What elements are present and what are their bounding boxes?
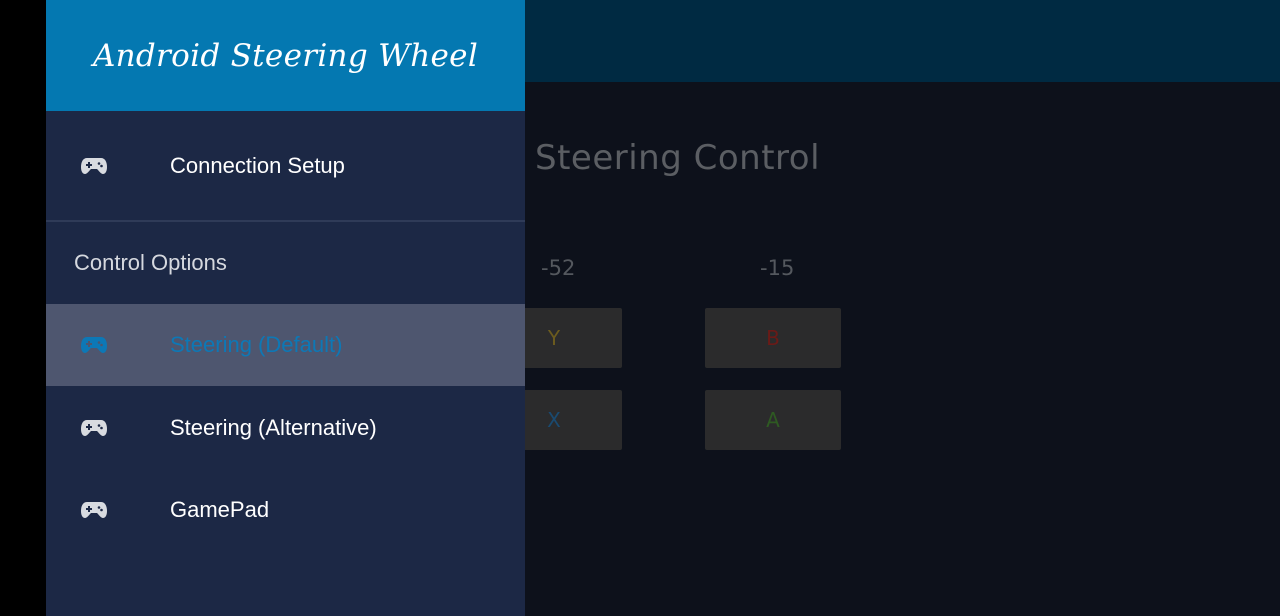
gamepad-icon <box>81 502 107 518</box>
gamepad-icon <box>81 158 107 174</box>
nav-item-steering-default[interactable]: Steering (Default) <box>46 304 525 386</box>
gamepad-icon <box>81 420 107 436</box>
a-button[interactable]: A <box>705 390 841 450</box>
nav-item-label: GamePad <box>170 497 270 522</box>
navigation-drawer: Android Steering Wheel Connection Setup … <box>46 0 525 616</box>
nav-item-connection-setup[interactable]: Connection Setup <box>46 125 525 207</box>
nav-item-gamepad[interactable]: GamePad <box>46 469 525 551</box>
nav-item-label: Steering (Default) <box>170 332 343 357</box>
page-title: Steering Control <box>535 138 821 178</box>
drawer-header: Android Steering Wheel <box>46 0 525 111</box>
steering-value-2: -15 <box>760 256 795 280</box>
b-button[interactable]: B <box>705 308 841 368</box>
section-title-control-options: Control Options <box>74 250 227 275</box>
divider <box>46 220 525 222</box>
gamepad-icon <box>81 337 107 353</box>
nav-item-label: Connection Setup <box>170 153 345 178</box>
left-edge-strip <box>0 0 46 616</box>
app-title: Android Steering Wheel <box>92 37 479 74</box>
nav-item-label: Steering (Alternative) <box>170 415 377 440</box>
nav-item-steering-alternative[interactable]: Steering (Alternative) <box>46 387 525 469</box>
steering-value-1: -52 <box>541 256 576 280</box>
